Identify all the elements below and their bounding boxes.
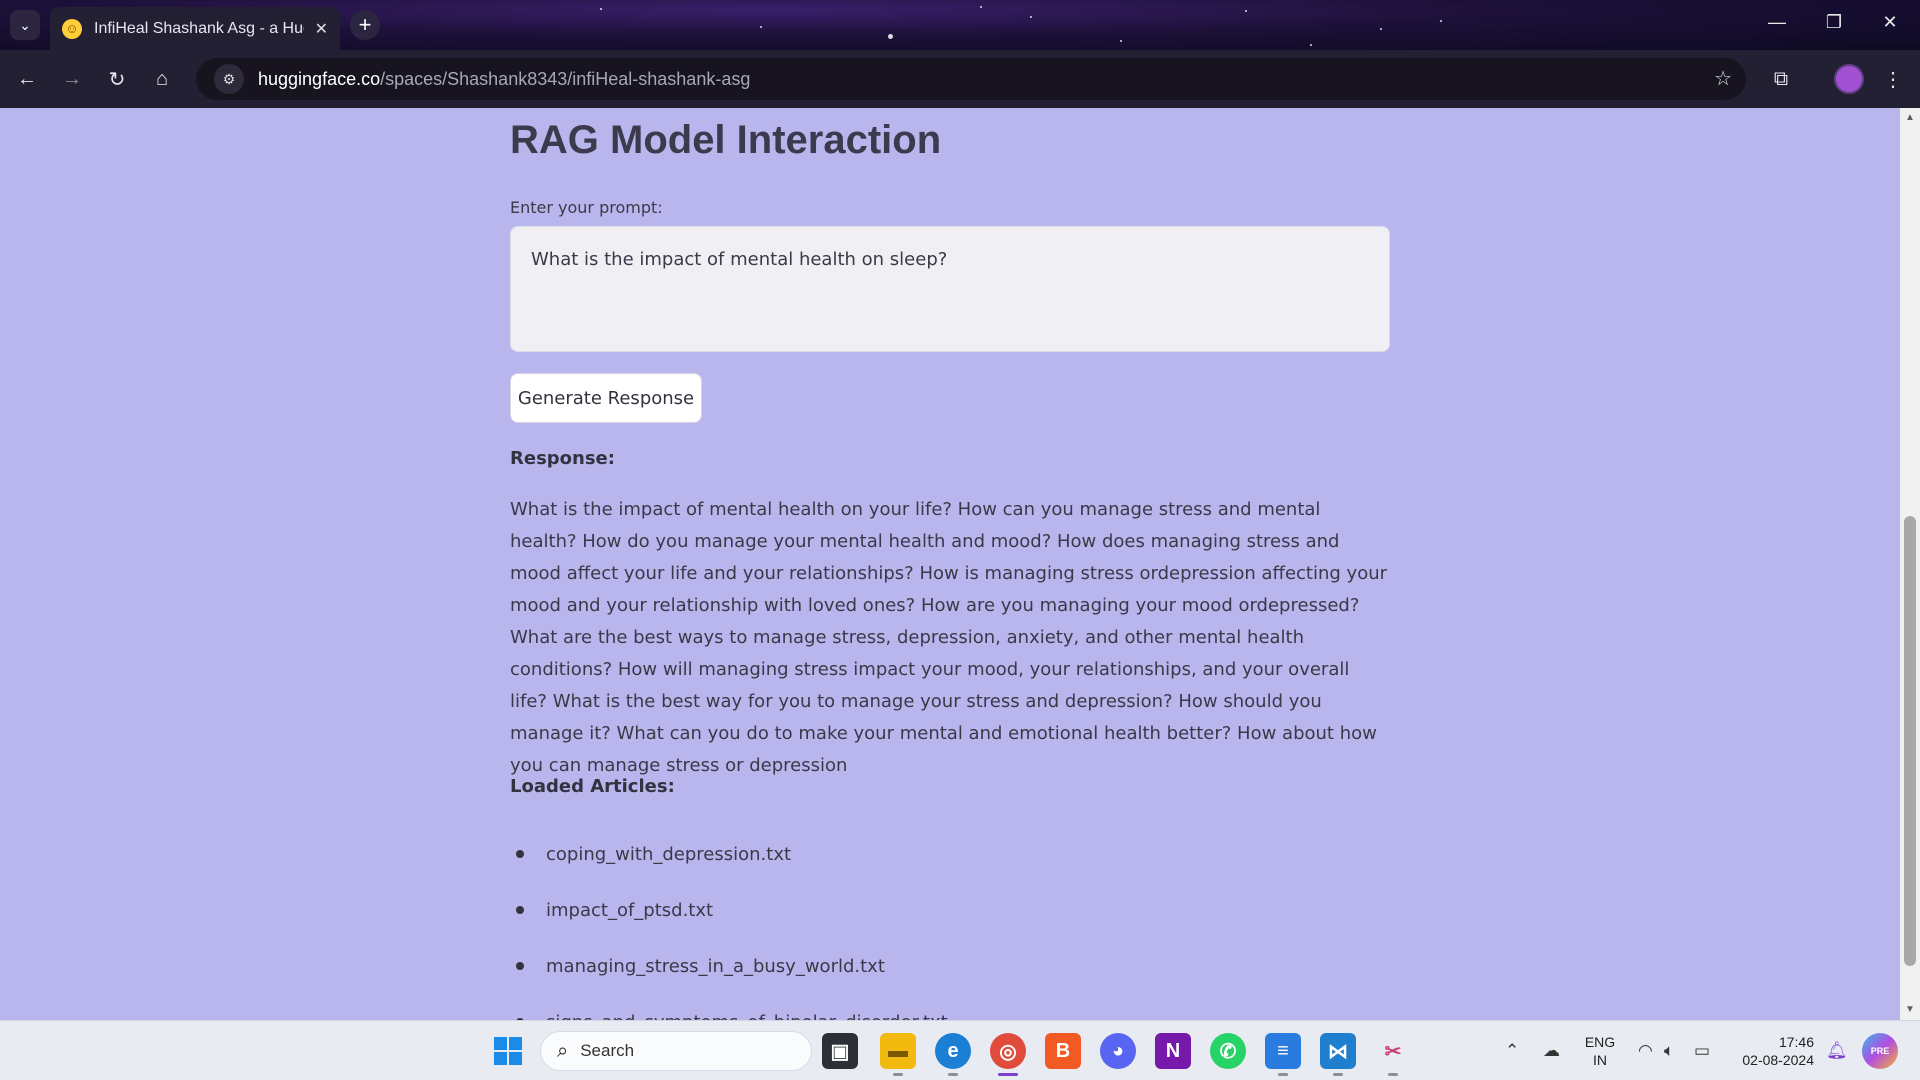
- edge-browser-icon[interactable]: e: [935, 1033, 971, 1069]
- restore-icon[interactable]: ❐: [1822, 12, 1846, 33]
- search-placeholder: Search: [580, 1041, 635, 1060]
- forward-arrow-icon[interactable]: →: [57, 64, 87, 94]
- chevron-up-icon[interactable]: ⌃: [1505, 1041, 1519, 1061]
- brave-browser-icon[interactable]: B: [1045, 1033, 1081, 1069]
- new-tab-button[interactable]: +: [350, 10, 380, 40]
- window-close-icon[interactable]: ✕: [1878, 12, 1902, 33]
- tab-search-button[interactable]: ⌄: [10, 10, 40, 40]
- bullet-icon: [516, 906, 524, 914]
- huggingface-favicon-icon: ☺: [62, 18, 82, 39]
- clock-time: 17:46: [1778, 1034, 1814, 1050]
- language-line2: IN: [1593, 1052, 1607, 1068]
- discord-icon[interactable]: ◕: [1100, 1033, 1136, 1069]
- profile-avatar[interactable]: [1834, 64, 1864, 94]
- onedrive-cloud-icon[interactable]: ☁: [1543, 1041, 1560, 1061]
- scroll-up-icon[interactable]: ▲: [1904, 112, 1916, 123]
- reload-icon[interactable]: ↻: [102, 64, 132, 94]
- list-item: coping_with_depression.txt: [510, 826, 948, 882]
- windows-taskbar: ⌕ Search ▣ ▬ e ◎ B ◕ N ✆ ≡ ⋈ ✂ ⌃ ☁ ENG I…: [0, 1020, 1920, 1080]
- home-icon[interactable]: ⌂: [147, 64, 177, 94]
- scrollbar-thumb[interactable]: [1904, 516, 1916, 966]
- snipping-tool-icon[interactable]: ✂: [1375, 1033, 1411, 1069]
- wifi-icon[interactable]: ◠: [1638, 1041, 1653, 1061]
- taskbar-search[interactable]: ⌕ Search: [540, 1031, 812, 1071]
- bookmark-star-icon[interactable]: ☆: [1714, 66, 1732, 91]
- article-name: managing_stress_in_a_busy_world.txt: [546, 955, 885, 977]
- prompt-input[interactable]: What is the impact of mental health on s…: [510, 226, 1390, 352]
- clock[interactable]: 17:46 02-08-2024: [1730, 1033, 1814, 1069]
- article-name: impact_of_ptsd.txt: [546, 899, 714, 921]
- extensions-puzzle-icon[interactable]: ⧉: [1766, 64, 1796, 94]
- list-item: managing_stress_in_a_busy_world.txt: [510, 938, 948, 994]
- browser-tab-active[interactable]: ☺ InfiHeal Shashank Asg - a Hugg ✕: [50, 7, 340, 50]
- tab-title: InfiHeal Shashank Asg - a Hugg: [94, 19, 304, 37]
- page-scrollbar[interactable]: ▲ ▼: [1900, 108, 1920, 1020]
- file-explorer-icon[interactable]: ▬: [880, 1033, 916, 1069]
- notepad-icon[interactable]: ≡: [1265, 1033, 1301, 1069]
- page-content: RAG Model Interaction Enter your prompt:…: [0, 108, 1900, 1020]
- url-path: /spaces/Shashank8343/infiHeal-shashank-a…: [380, 68, 751, 89]
- notification-bell-icon[interactable]: 🔔︎: [1826, 1041, 1848, 1061]
- list-item: impact_of_ptsd.txt: [510, 882, 948, 938]
- chevron-down-icon: ⌄: [19, 16, 31, 33]
- articles-list: coping_with_depression.txt impact_of_pts…: [510, 826, 948, 1020]
- browser-tab-bar: ⌄ ☺ InfiHeal Shashank Asg - a Hugg ✕ + —…: [0, 0, 1920, 50]
- search-icon: ⌕: [557, 1039, 569, 1062]
- windows-start-icon[interactable]: [490, 1033, 526, 1069]
- site-info-icon[interactable]: ⚙: [214, 64, 244, 94]
- article-name: signs_and_symptoms_of_bipolar_disorder.t…: [546, 1012, 948, 1021]
- prompt-label: Enter your prompt:: [510, 198, 663, 217]
- onenote-icon[interactable]: N: [1155, 1033, 1191, 1069]
- articles-heading: Loaded Articles:: [510, 776, 675, 797]
- article-name: coping_with_depression.txt: [546, 843, 792, 865]
- browser-toolbar: ← → ↻ ⌂ ⚙ huggingface.co/spaces/Shashank…: [0, 50, 1920, 108]
- url-domain: huggingface.co: [258, 68, 381, 89]
- address-bar[interactable]: ⚙ huggingface.co/spaces/Shashank8343/inf…: [196, 58, 1746, 100]
- page-title: RAG Model Interaction: [510, 118, 942, 162]
- volume-icon[interactable]: 🔈︎: [1664, 1041, 1674, 1061]
- minimize-icon[interactable]: —: [1765, 12, 1789, 33]
- menu-kebab-icon[interactable]: ⋮: [1878, 64, 1908, 94]
- whatsapp-icon[interactable]: ✆: [1210, 1033, 1246, 1069]
- scroll-down-icon[interactable]: ▼: [1904, 1004, 1916, 1015]
- battery-icon[interactable]: ▭: [1694, 1041, 1710, 1061]
- chrome-browser-icon[interactable]: ◎: [990, 1033, 1026, 1069]
- list-item: signs_and_symptoms_of_bipolar_disorder.t…: [510, 994, 948, 1020]
- vscode-icon[interactable]: ⋈: [1320, 1033, 1356, 1069]
- task-view-icon[interactable]: ▣: [822, 1033, 858, 1069]
- language-indicator[interactable]: ENG IN: [1584, 1033, 1616, 1069]
- back-arrow-icon[interactable]: ←: [12, 64, 42, 94]
- bullet-icon: [516, 962, 524, 970]
- bullet-icon: [516, 850, 524, 858]
- tab-close-icon[interactable]: ✕: [315, 19, 328, 39]
- response-text: What is the impact of mental health on y…: [510, 499, 1388, 776]
- url-text: huggingface.co/spaces/Shashank8343/infiH…: [258, 69, 750, 90]
- language-line1: ENG: [1584, 1034, 1616, 1050]
- copilot-icon[interactable]: PRE: [1862, 1033, 1898, 1069]
- response-heading: Response:: [510, 448, 615, 469]
- generate-response-button[interactable]: Generate Response: [510, 373, 702, 423]
- clock-date: 02-08-2024: [1742, 1052, 1814, 1068]
